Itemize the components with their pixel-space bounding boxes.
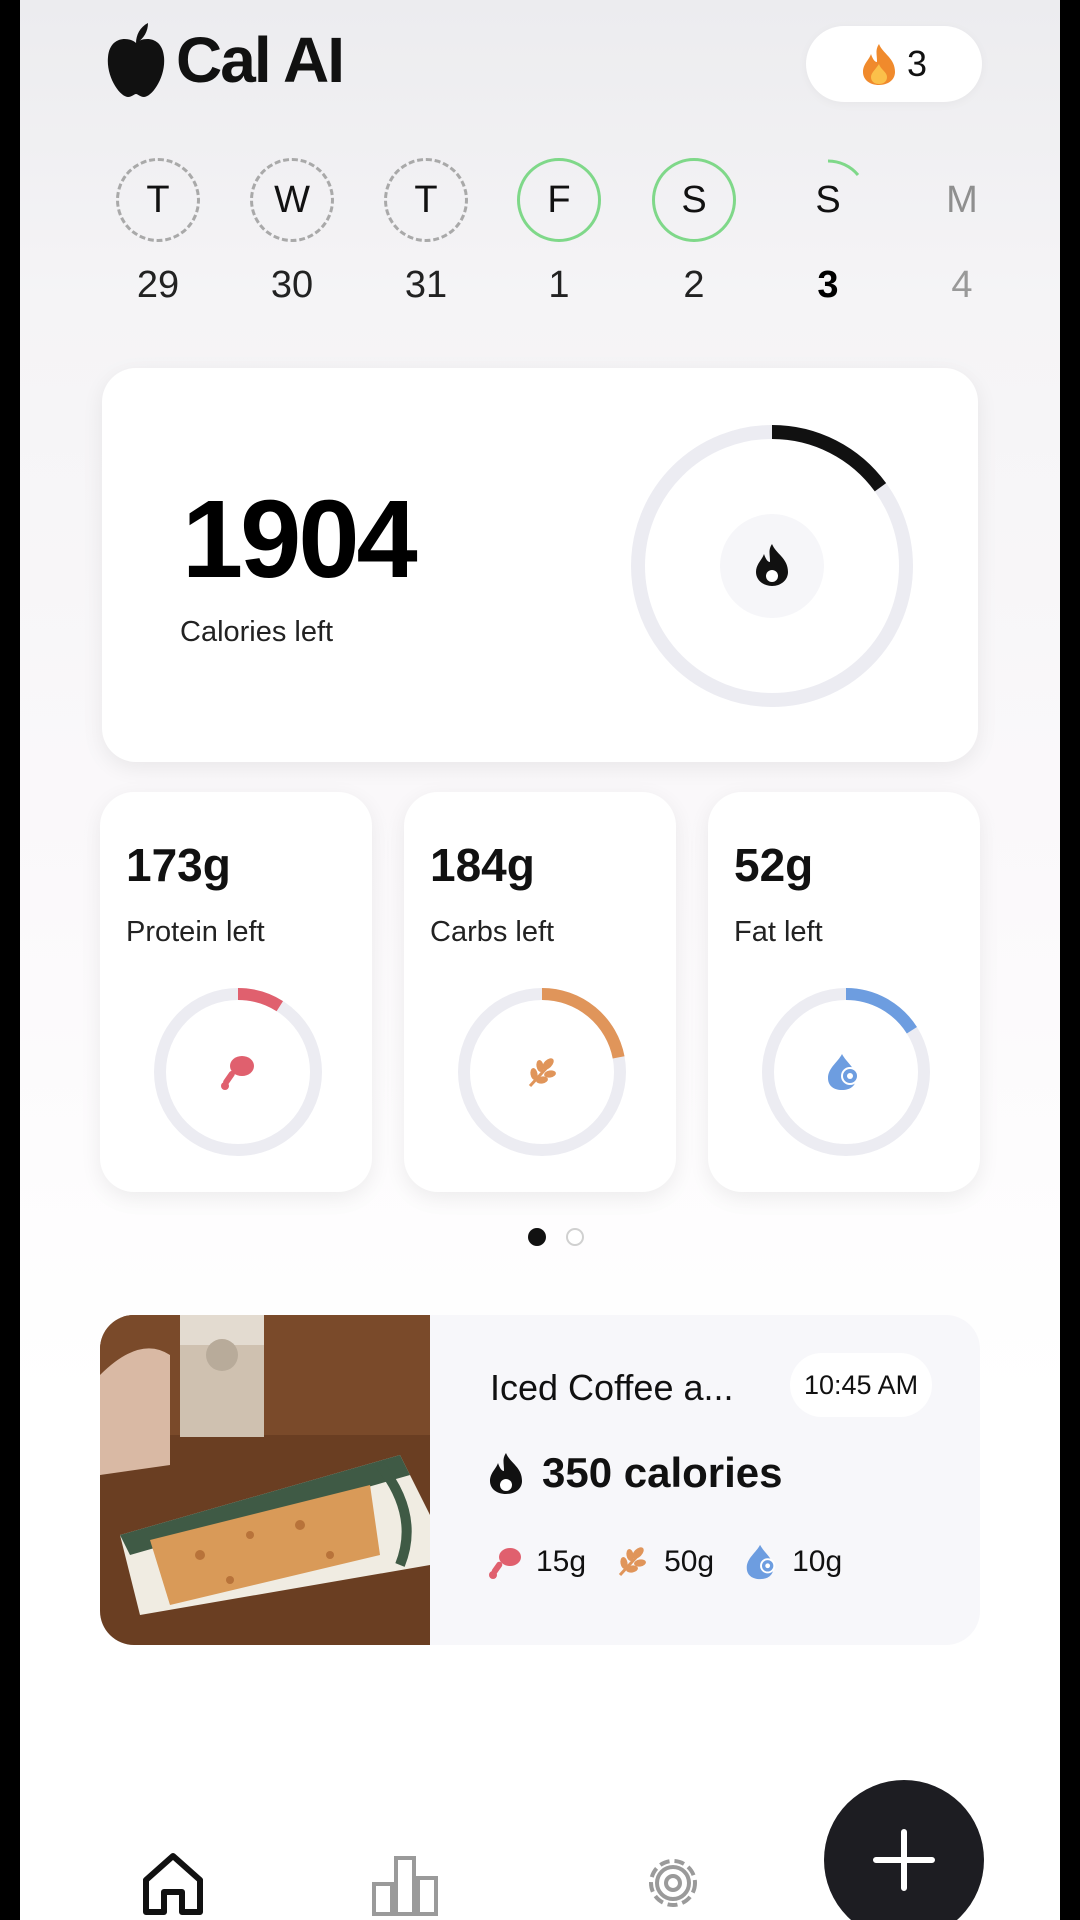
calories-card[interactable]: 1904 Calories left bbox=[102, 368, 978, 762]
protein-ring bbox=[154, 988, 322, 1156]
day-date: 2 bbox=[683, 264, 705, 306]
day-date: 3 bbox=[817, 264, 839, 306]
day-letter: W bbox=[274, 178, 310, 221]
page-dot[interactable] bbox=[566, 1228, 584, 1246]
day-progress-arc bbox=[827, 159, 860, 177]
day-date: 30 bbox=[270, 264, 314, 306]
meal-photo bbox=[100, 1315, 430, 1645]
day-date: 4 bbox=[951, 264, 973, 306]
settings-icon[interactable] bbox=[638, 1848, 708, 1918]
day-ring: T bbox=[116, 158, 200, 242]
day-letter: F bbox=[547, 178, 571, 221]
oil-drop-icon bbox=[828, 1054, 859, 1090]
home-screen: Cal AI 3 T 29 W 30 T 31 F 1 S 2 S 3 M 4 … bbox=[20, 0, 1060, 1920]
calories-left-value: 1904 bbox=[182, 478, 418, 601]
home-icon[interactable] bbox=[138, 1848, 208, 1918]
day-item[interactable]: M 4 bbox=[912, 158, 1012, 307]
oil-drop-icon bbox=[746, 1544, 776, 1580]
meal-calories-row: 350 calories bbox=[488, 1449, 783, 1497]
day-item-selected[interactable]: S 3 bbox=[778, 158, 878, 307]
carbs-ring bbox=[458, 988, 626, 1156]
day-date: 29 bbox=[136, 264, 180, 306]
protein-card[interactable]: 173g Protein left bbox=[100, 792, 372, 1192]
day-letter: T bbox=[414, 178, 438, 221]
day-ring: S bbox=[652, 158, 736, 242]
carbs-card[interactable]: 184g Carbs left bbox=[404, 792, 676, 1192]
protein-left-label: Protein left bbox=[126, 916, 265, 948]
meal-macros-row: 15g 50g 10g bbox=[488, 1543, 858, 1581]
wheat-icon bbox=[528, 1058, 556, 1088]
meal-fat: 10g bbox=[792, 1545, 843, 1578]
day-item[interactable]: W 30 bbox=[242, 158, 342, 307]
day-date: 1 bbox=[548, 264, 570, 306]
apple-icon bbox=[107, 23, 165, 97]
page-indicator[interactable] bbox=[528, 1228, 584, 1246]
app-title: Cal AI bbox=[176, 24, 345, 96]
flame-icon bbox=[862, 44, 895, 85]
day-item[interactable]: S 2 bbox=[644, 158, 744, 307]
drumstick-icon bbox=[489, 1548, 521, 1579]
fat-ring bbox=[762, 988, 930, 1156]
fat-card[interactable]: 52g Fat left bbox=[708, 792, 980, 1192]
carbs-left-value: 184g bbox=[430, 839, 535, 891]
meal-calories: 350 calories bbox=[542, 1449, 783, 1496]
meal-protein: 15g bbox=[536, 1545, 587, 1578]
flame-icon bbox=[490, 1453, 522, 1494]
day-ring: F bbox=[517, 158, 601, 242]
day-ring: T bbox=[384, 158, 468, 242]
day-letter: S bbox=[681, 178, 707, 221]
calories-left-label: Calories left bbox=[180, 616, 334, 648]
meal-time: 10:45 AM bbox=[790, 1353, 933, 1417]
carbs-left-label: Carbs left bbox=[430, 916, 555, 948]
app-logo: Cal AI bbox=[104, 20, 345, 100]
fat-left-value: 52g bbox=[734, 839, 814, 891]
plus-icon bbox=[873, 1829, 935, 1891]
fat-left-label: Fat left bbox=[734, 916, 823, 948]
meal-entry-card[interactable]: Iced Coffee a... 10:45 AM 350 calories 1… bbox=[100, 1315, 980, 1645]
day-item[interactable]: F 1 bbox=[509, 158, 609, 307]
week-strip: T 29 W 30 T 31 F 1 S 2 S 3 M 4 bbox=[90, 158, 990, 308]
page-dot-active[interactable] bbox=[528, 1228, 546, 1246]
streak-badge[interactable]: 3 bbox=[806, 26, 982, 102]
day-ring: S bbox=[786, 158, 870, 242]
day-letter: M bbox=[946, 178, 978, 221]
day-item[interactable]: T 29 bbox=[108, 158, 208, 307]
add-entry-button[interactable] bbox=[824, 1780, 984, 1920]
protein-left-value: 173g bbox=[126, 839, 231, 891]
streak-count: 3 bbox=[906, 43, 928, 84]
meal-carbs: 50g bbox=[664, 1545, 715, 1578]
day-date: 31 bbox=[404, 264, 448, 306]
day-ring: W bbox=[250, 158, 334, 242]
meal-title: Iced Coffee a... bbox=[490, 1367, 734, 1408]
drumstick-icon bbox=[221, 1056, 254, 1090]
day-letter: T bbox=[146, 178, 170, 221]
calories-ring bbox=[631, 425, 913, 707]
chart-icon[interactable] bbox=[370, 1848, 440, 1918]
wheat-icon bbox=[618, 1547, 647, 1577]
day-item[interactable]: T 31 bbox=[376, 158, 476, 307]
day-ring: M bbox=[920, 158, 1004, 242]
